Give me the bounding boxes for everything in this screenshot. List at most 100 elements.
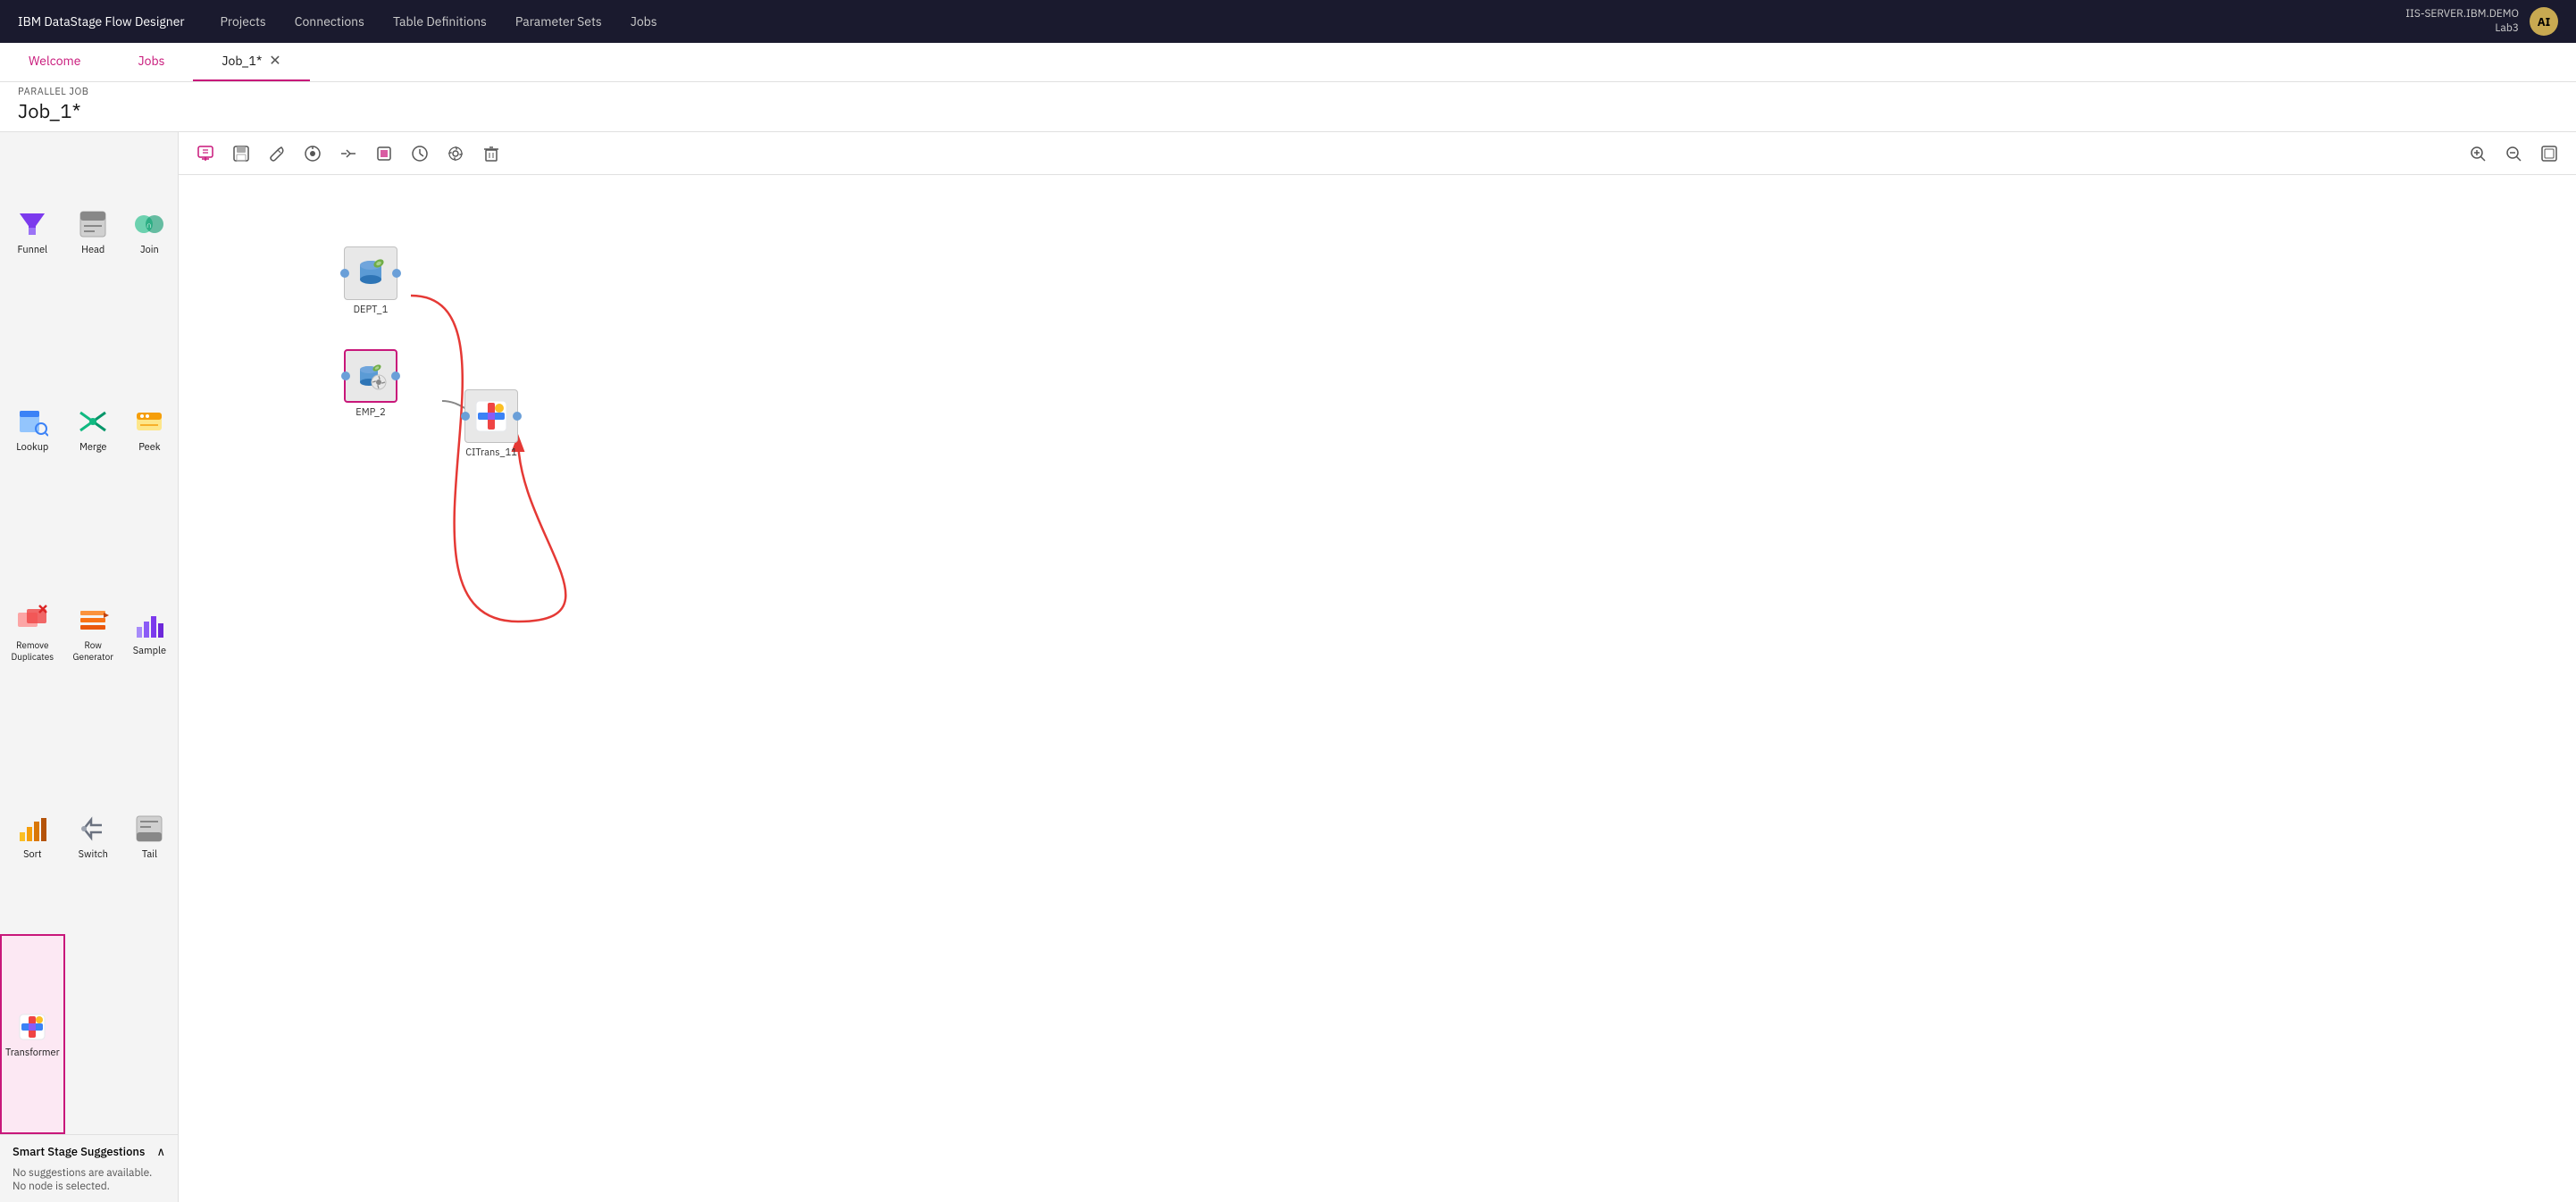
sidebar-item-transformer[interactable]: Transformer <box>0 934 65 1134</box>
import-icon <box>197 145 214 163</box>
canvas-toolbar <box>179 132 2576 175</box>
emp2-label: EMP_2 <box>355 406 385 419</box>
transformer-icon <box>16 1011 48 1043</box>
join-icon: ∩ <box>133 208 165 240</box>
sample-icon <box>133 609 165 641</box>
schedule-icon <box>411 145 429 163</box>
smart-suggestions-panel: Smart Stage Suggestions ∧ No suggestions… <box>0 1134 178 1202</box>
dept1-label: DEPT_1 <box>354 304 389 316</box>
save-icon <box>232 145 250 163</box>
emp2-left-port[interactable] <box>341 371 350 380</box>
tab-close-icon[interactable]: ✕ <box>269 52 280 70</box>
delete-icon <box>482 145 500 163</box>
nav-right: IIS-SERVER.IBM.DEMO Lab3 AI <box>2405 7 2558 36</box>
emp2-right-port[interactable] <box>391 371 400 380</box>
sidebar-item-peek[interactable]: Peek <box>121 330 178 529</box>
sidebar-item-merge[interactable]: Merge <box>65 330 121 529</box>
zoom-in-button[interactable] <box>2462 138 2494 170</box>
zoom-out-icon <box>2505 145 2522 163</box>
top-navigation: IBM DataStage Flow Designer Projects Con… <box>0 0 2576 43</box>
connections-svg <box>179 175 2576 1202</box>
sidebar-item-sort[interactable]: Sort <box>0 737 65 935</box>
nav-table-definitions[interactable]: Table Definitions <box>393 13 487 29</box>
import-button[interactable] <box>189 138 222 170</box>
sidebar-item-head[interactable]: Head <box>65 132 121 330</box>
fit-icon <box>2540 145 2558 163</box>
stage-icon <box>375 145 393 163</box>
sidebar-item-tail[interactable]: Tail <box>121 737 178 935</box>
options-icon <box>447 145 464 163</box>
head-icon <box>77 208 109 240</box>
sidebar-item-join[interactable]: ∩ Join <box>121 132 178 330</box>
emp2-icon <box>354 359 388 393</box>
dept1-icon <box>354 256 388 290</box>
tail-icon <box>133 813 165 845</box>
compile-icon <box>339 145 357 163</box>
wrench-button[interactable] <box>261 138 293 170</box>
main-layout: Funnel Head ∩ Join <box>0 132 2576 1202</box>
citrans-right-port[interactable] <box>513 412 522 421</box>
stage-box-citrans[interactable] <box>464 389 518 443</box>
zoom-out-button[interactable] <box>2497 138 2530 170</box>
options-button[interactable] <box>439 138 472 170</box>
run-button[interactable] <box>297 138 329 170</box>
nav-connections[interactable]: Connections <box>295 13 364 29</box>
canvas-panel: DEPT_1 <box>179 132 2576 1202</box>
job-canvas[interactable]: DEPT_1 <box>179 175 2576 1202</box>
user-avatar[interactable]: AI <box>2530 7 2558 36</box>
sidebar-item-row-generator[interactable]: Row Generator <box>65 528 121 737</box>
sidebar: Funnel Head ∩ Join <box>0 132 179 1202</box>
compile-button[interactable] <box>332 138 364 170</box>
nav-jobs[interactable]: Jobs <box>631 13 657 29</box>
nav-parameter-sets[interactable]: Parameter Sets <box>515 13 602 29</box>
sidebar-item-remove-duplicates[interactable]: Remove Duplicates <box>0 528 65 737</box>
sidebar-item-sample[interactable]: Sample <box>121 528 178 737</box>
stage-node-dept1[interactable]: DEPT_1 <box>344 246 397 316</box>
zoom-in-icon <box>2469 145 2487 163</box>
tabs-bar: Welcome Jobs Job_1* ✕ <box>0 43 2576 82</box>
citrans-label: CITrans_11 <box>465 447 517 459</box>
server-info: IIS-SERVER.IBM.DEMO Lab3 <box>2405 7 2519 35</box>
row-generator-icon <box>77 604 109 636</box>
page-title: Job_1* <box>18 98 2558 124</box>
lookup-icon <box>16 405 48 438</box>
canvas-area: DEPT_1 <box>179 175 2576 1202</box>
peek-icon <box>133 405 165 438</box>
funnel-icon <box>16 208 48 240</box>
run-icon <box>304 145 322 163</box>
merge-icon <box>77 405 109 438</box>
sort-icon <box>16 813 48 845</box>
page-subtitle: PARALLEL JOB <box>18 86 2558 98</box>
brand-name: IBM DataStage Flow Designer <box>18 13 185 29</box>
sidebar-grid: Funnel Head ∩ Join <box>0 132 178 1134</box>
schedule-button[interactable] <box>404 138 436 170</box>
save-button[interactable] <box>225 138 257 170</box>
nav-links: Projects Connections Table Definitions P… <box>221 13 2406 29</box>
fit-button[interactable] <box>2533 138 2565 170</box>
dept1-left-port[interactable] <box>340 269 349 278</box>
switch-icon <box>77 813 109 845</box>
page-header: PARALLEL JOB Job_1* <box>0 82 2576 132</box>
stage-box-dept1[interactable] <box>344 246 397 300</box>
nav-projects[interactable]: Projects <box>221 13 266 29</box>
tab-welcome[interactable]: Welcome <box>0 42 109 81</box>
smart-suggestions-message: No suggestions are available. No node is… <box>13 1166 165 1193</box>
toolbar-right <box>2462 138 2565 170</box>
sidebar-item-funnel[interactable]: Funnel <box>0 132 65 330</box>
tab-job1[interactable]: Job_1* ✕ <box>193 42 309 81</box>
citrans-left-port[interactable] <box>461 412 470 421</box>
collapse-icon[interactable]: ∧ <box>156 1144 165 1159</box>
delete-button[interactable] <box>475 138 507 170</box>
stage-node-emp2[interactable]: EMP_2 <box>344 349 397 419</box>
sidebar-item-lookup[interactable]: Lookup <box>0 330 65 529</box>
remove-duplicates-icon <box>16 604 48 636</box>
stage-node-citrans[interactable]: CITrans_11 <box>464 389 518 459</box>
smart-suggestions-header: Smart Stage Suggestions ∧ <box>13 1144 165 1159</box>
sidebar-item-switch[interactable]: Switch <box>65 737 121 935</box>
stage-box-emp2[interactable] <box>344 349 397 403</box>
tab-jobs[interactable]: Jobs <box>109 42 193 81</box>
svg-text:∩: ∩ <box>146 221 153 230</box>
dept1-right-port[interactable] <box>392 269 401 278</box>
stage-button[interactable] <box>368 138 400 170</box>
citrans-icon <box>474 399 508 433</box>
